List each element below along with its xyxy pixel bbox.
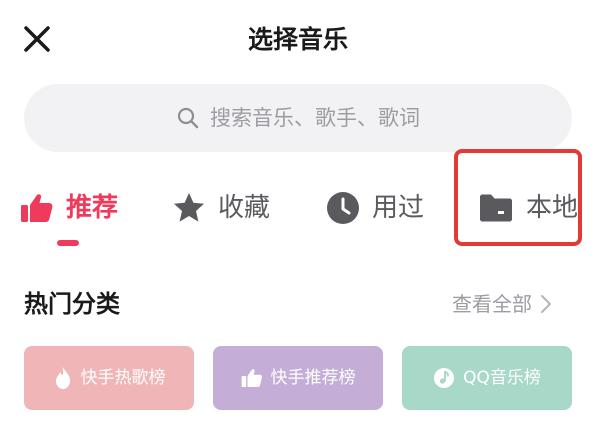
section-title: 热门分类: [24, 290, 120, 318]
clock-icon: [327, 192, 359, 224]
category-card-qq-music[interactable]: QQ音乐榜: [402, 346, 572, 410]
tab-favorites[interactable]: 收藏: [172, 184, 270, 232]
category-label: QQ音乐榜: [463, 368, 541, 388]
music-note-icon: [434, 368, 455, 388]
tab-label: 推荐: [66, 193, 119, 223]
category-label: 快手热歌榜: [80, 368, 166, 388]
star-icon: [174, 193, 204, 222]
category-card-recommended[interactable]: 快手推荐榜: [213, 346, 383, 410]
view-all-link[interactable]: 查看全部: [452, 288, 552, 320]
tab-local[interactable]: 本地: [478, 184, 578, 232]
thumbs-up-icon: [21, 194, 53, 222]
category-label: 快手推荐榜: [270, 368, 356, 388]
folder-icon: [480, 194, 512, 222]
active-tab-indicator: [57, 240, 79, 246]
category-card-hot-songs[interactable]: 快手热歌榜: [24, 346, 194, 410]
tab-label: 用过: [372, 193, 425, 223]
flame-icon: [55, 367, 70, 389]
tab-recommended[interactable]: 推荐: [20, 184, 118, 232]
page-title: 选择音乐: [247, 25, 348, 54]
view-all-label: 查看全部: [452, 292, 532, 316]
thumbs-up-icon: [241, 369, 262, 388]
tab-label: 本地: [526, 193, 579, 223]
chevron-right-icon: [541, 295, 551, 313]
tab-label: 收藏: [218, 193, 271, 223]
search-placeholder: 搜索音乐、歌手、歌词: [210, 106, 420, 130]
search-input[interactable]: 搜索音乐、歌手、歌词: [24, 84, 572, 152]
search-icon: [177, 107, 199, 129]
tab-used[interactable]: 用过: [326, 184, 424, 232]
